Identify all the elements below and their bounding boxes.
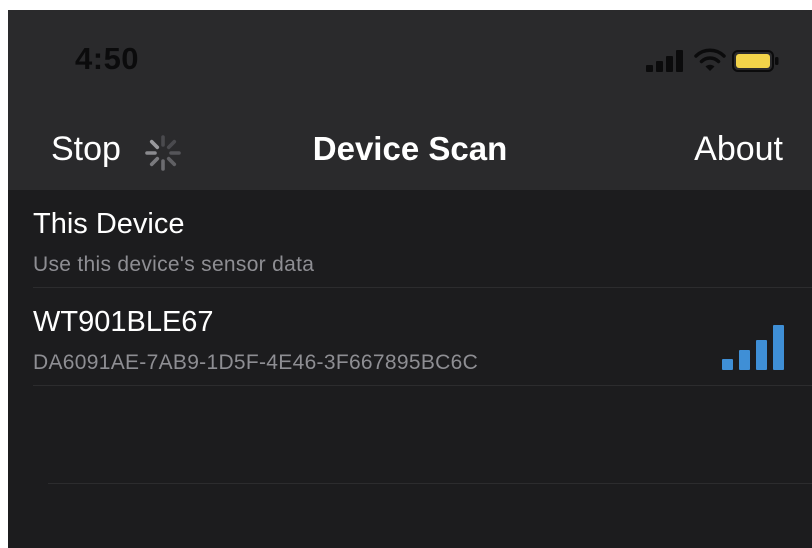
empty-list-row	[8, 386, 812, 484]
device-list: This Device Use this device's sensor dat…	[8, 190, 812, 484]
device-name: This Device	[33, 208, 185, 240]
about-button[interactable]: About	[694, 130, 783, 169]
device-uuid: DA6091AE-7AB9-1D5F-4E46-3F667895BC6C	[33, 351, 479, 374]
app-screen: 4:50 Stop Device Scan About This Device …	[8, 10, 812, 548]
battery-icon	[732, 50, 779, 72]
signal-strength-icon	[722, 324, 786, 370]
cellular-signal-icon	[646, 50, 684, 72]
device-name: WT901BLE67	[33, 306, 214, 338]
status-time: 4:50	[75, 41, 140, 76]
list-item-this-device[interactable]: This Device Use this device's sensor dat…	[8, 190, 812, 288]
wifi-icon	[694, 48, 726, 71]
list-item-wt901ble67[interactable]: WT901BLE67 DA6091AE-7AB9-1D5F-4E46-3F667…	[8, 288, 812, 386]
navigation-bar: Stop Device Scan About	[8, 110, 812, 190]
page-title: Device Scan	[312, 130, 508, 167]
status-bar: 4:50	[8, 10, 812, 110]
row-divider	[48, 483, 812, 484]
device-detail: Use this device's sensor data	[33, 253, 315, 276]
